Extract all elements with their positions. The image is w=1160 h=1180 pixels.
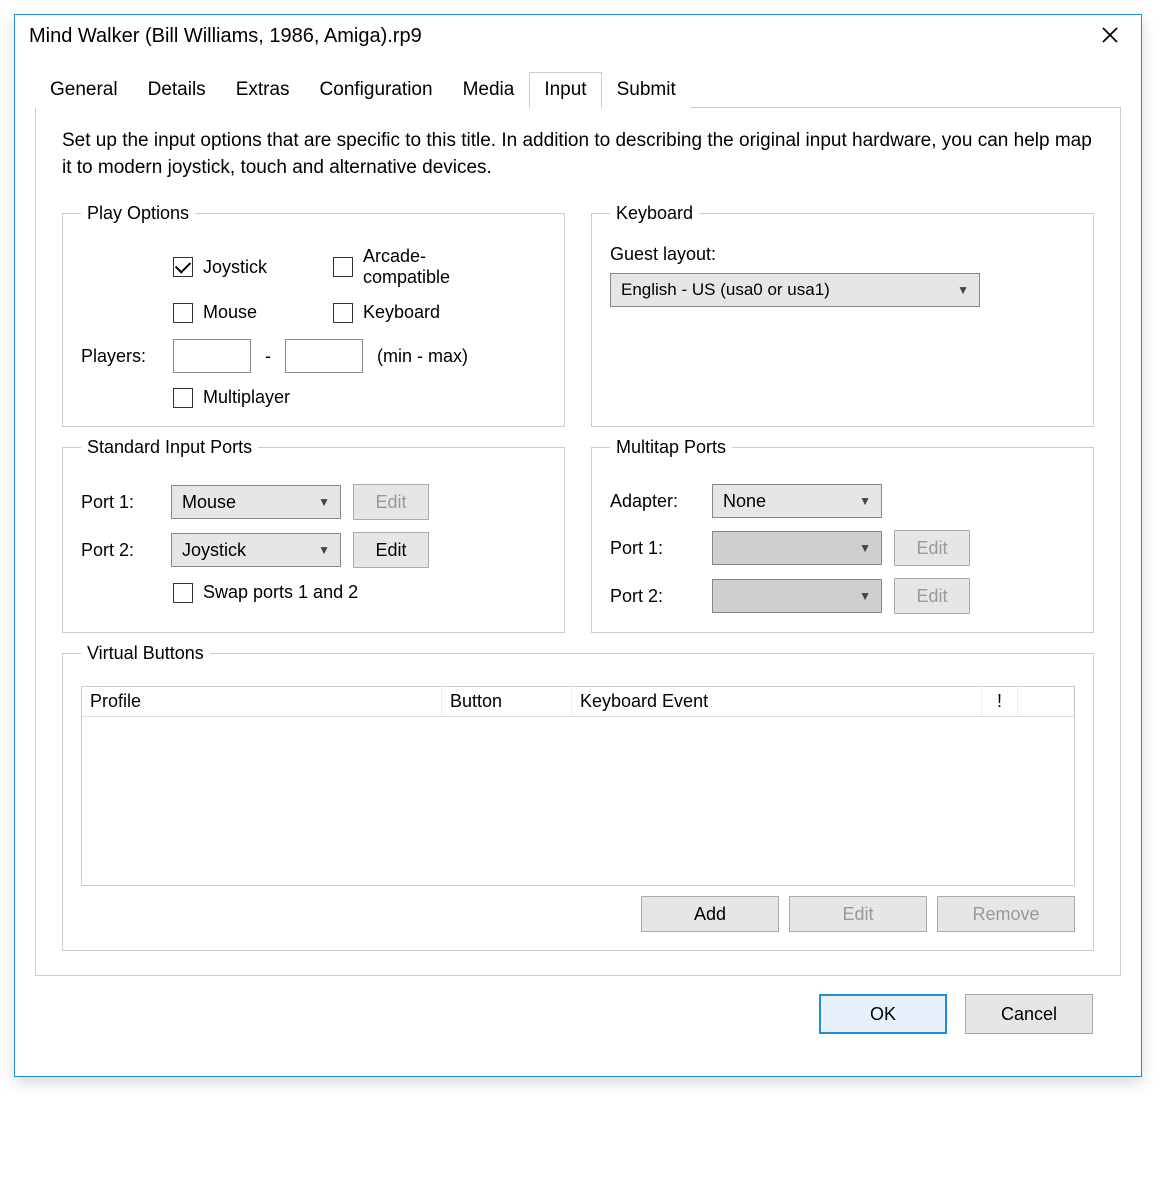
mtap-port2-select: ▼: [712, 579, 882, 613]
vb-add-button[interactable]: Add: [641, 896, 779, 932]
chevron-down-icon: ▼: [859, 541, 871, 555]
virtual-buttons-table[interactable]: Profile Button Keyboard Event !: [81, 686, 1075, 886]
std-port1-select[interactable]: Mouse ▼: [171, 485, 341, 519]
tab-submit[interactable]: Submit: [602, 72, 691, 108]
keyboard-group: Keyboard Guest layout: English - US (usa…: [591, 203, 1094, 427]
adapter-label: Adapter:: [610, 491, 700, 512]
players-label: Players:: [81, 346, 159, 367]
tab-general[interactable]: General: [35, 72, 133, 108]
col-spacer: [1018, 687, 1074, 716]
multitap-group: Multitap Ports Adapter: None ▼ Port 1: ▼: [591, 437, 1094, 633]
chevron-down-icon: ▼: [318, 495, 330, 509]
std-port2-value: Joystick: [182, 540, 246, 561]
tab-input[interactable]: Input: [529, 72, 601, 108]
mtap-port1-select: ▼: [712, 531, 882, 565]
mtap-port2-edit-button: Edit: [894, 578, 970, 614]
joystick-checkbox[interactable]: [173, 257, 193, 277]
ok-button[interactable]: OK: [819, 994, 947, 1034]
guest-layout-select[interactable]: English - US (usa0 or usa1) ▼: [610, 273, 980, 307]
guest-layout-value: English - US (usa0 or usa1): [621, 280, 830, 300]
col-profile[interactable]: Profile: [82, 687, 442, 716]
players-max-input[interactable]: [285, 339, 363, 373]
players-min-input[interactable]: [173, 339, 251, 373]
close-icon[interactable]: [1093, 26, 1127, 48]
chevron-down-icon: ▼: [318, 543, 330, 557]
keyboard-checkbox[interactable]: [333, 303, 353, 323]
dialog-window: Mind Walker (Bill Williams, 1986, Amiga)…: [14, 14, 1142, 1077]
std-port1-value: Mouse: [182, 492, 236, 513]
virtual-buttons-legend: Virtual Buttons: [81, 643, 210, 664]
keyboard-label: Keyboard: [363, 302, 440, 323]
mtap-port1-label: Port 1:: [610, 538, 700, 559]
tab-panel-input: Set up the input options that are specif…: [35, 107, 1121, 976]
tab-extras[interactable]: Extras: [221, 72, 305, 108]
virtual-buttons-group: Virtual Buttons Profile Button Keyboard …: [62, 643, 1094, 951]
joystick-label: Joystick: [203, 257, 267, 278]
tab-strip: General Details Extras Configuration Med…: [35, 72, 1121, 108]
std-port2-label: Port 2:: [81, 540, 159, 561]
tab-details[interactable]: Details: [133, 72, 221, 108]
std-port2-edit-button[interactable]: Edit: [353, 532, 429, 568]
col-bang[interactable]: !: [982, 687, 1018, 716]
arcade-label: Arcade-compatible: [363, 246, 513, 288]
chevron-down-icon: ▼: [859, 494, 871, 508]
mtap-port1-edit-button: Edit: [894, 530, 970, 566]
mouse-checkbox[interactable]: [173, 303, 193, 323]
swap-ports-checkbox[interactable]: [173, 583, 193, 603]
swap-ports-label: Swap ports 1 and 2: [203, 582, 358, 603]
players-dash: -: [265, 346, 271, 367]
table-header: Profile Button Keyboard Event !: [82, 687, 1074, 717]
window-title: Mind Walker (Bill Williams, 1986, Amiga)…: [29, 25, 422, 48]
dialog-footer: OK Cancel: [35, 976, 1121, 1056]
multiplayer-checkbox[interactable]: [173, 388, 193, 408]
arcade-checkbox[interactable]: [333, 257, 353, 277]
cancel-button[interactable]: Cancel: [965, 994, 1093, 1034]
adapter-value: None: [723, 491, 766, 512]
tab-media[interactable]: Media: [448, 72, 530, 108]
play-options-group: Play Options Joystick Arcade-compatible: [62, 203, 565, 427]
chevron-down-icon: ▼: [859, 589, 871, 603]
play-options-legend: Play Options: [81, 203, 195, 224]
std-port2-select[interactable]: Joystick ▼: [171, 533, 341, 567]
std-port1-label: Port 1:: [81, 492, 159, 513]
adapter-select[interactable]: None ▼: [712, 484, 882, 518]
multiplayer-label: Multiplayer: [203, 387, 290, 408]
mouse-label: Mouse: [203, 302, 257, 323]
titlebar: Mind Walker (Bill Williams, 1986, Amiga)…: [15, 15, 1141, 58]
vb-remove-button[interactable]: Remove: [937, 896, 1075, 932]
col-button[interactable]: Button: [442, 687, 572, 716]
mtap-port2-label: Port 2:: [610, 586, 700, 607]
chevron-down-icon: ▼: [957, 283, 969, 297]
std-port1-edit-button[interactable]: Edit: [353, 484, 429, 520]
guest-layout-label: Guest layout:: [610, 244, 1075, 265]
vb-edit-button[interactable]: Edit: [789, 896, 927, 932]
col-keyboard-event[interactable]: Keyboard Event: [572, 687, 982, 716]
tab-configuration[interactable]: Configuration: [305, 72, 448, 108]
keyboard-legend: Keyboard: [610, 203, 699, 224]
multitap-legend: Multitap Ports: [610, 437, 732, 458]
standard-ports-group: Standard Input Ports Port 1: Mouse ▼ Edi…: [62, 437, 565, 633]
intro-text: Set up the input options that are specif…: [62, 128, 1094, 181]
standard-ports-legend: Standard Input Ports: [81, 437, 258, 458]
players-hint: (min - max): [377, 346, 468, 367]
